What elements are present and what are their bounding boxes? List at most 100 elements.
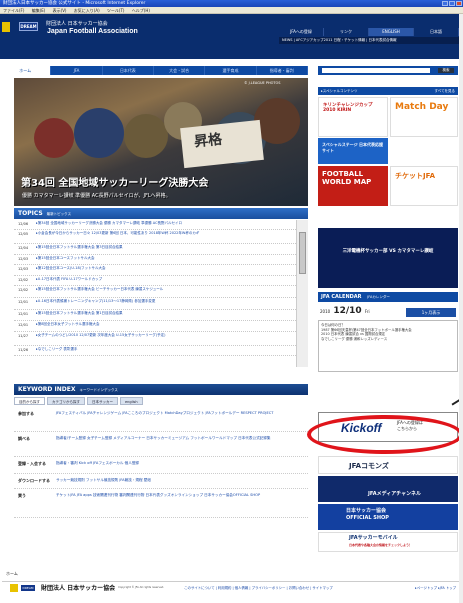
calendar-events: 今日は何の日？ 1987 第66回天皇杯/第47回全日本フットボール選手権大会 … bbox=[318, 320, 458, 372]
list-item[interactable]: 12/05 ▸小倉会長が今日からサッカー日々 12/03更新 第6回 日本、可能性… bbox=[14, 230, 296, 244]
link-english[interactable]: ENGLISH bbox=[369, 28, 414, 36]
link-links[interactable]: リンク bbox=[324, 28, 369, 36]
topic-link[interactable]: ▸第34回 全国地域サッカーリーグ決勝大会 優勝 カマタマーレ讃岐 準優勝 AC… bbox=[36, 221, 296, 226]
menu-view[interactable]: 表示(V) bbox=[53, 8, 67, 13]
list-item[interactable]: 12/04 ▸第15回全日本フットサル選手権大会 第3日目試合結果 bbox=[14, 244, 296, 255]
calendar-month-button[interactable]: 1ヶ月表示 bbox=[406, 308, 456, 317]
list-item[interactable]: 12/02 ▸U-17日本代表 FIFA U-17ワールドカップ bbox=[14, 276, 296, 286]
tab-japan-soccer[interactable]: 日本サッカー bbox=[87, 397, 118, 405]
crowd-shape bbox=[74, 108, 124, 158]
topic-link[interactable]: ▸なでしこリーグ 表彰選手 bbox=[36, 347, 296, 352]
keyword-links[interactable]: JFAフェスティバル JFAチャレンジゲーム JFAこころのプロジェクト Mat… bbox=[56, 408, 308, 431]
topic-link[interactable]: ▸U-16日本代表候補トレーニングキャンプ(11/13〜17静岡県) 参加選手変… bbox=[36, 299, 296, 304]
keyword-links[interactable]: チケットJFA JFA apps 技術関連刊行物 審判関連刊行物 日本代表グッズ… bbox=[56, 490, 308, 517]
calendar-line[interactable]: なでしこリーグ 優勝 浦和レッズレディース bbox=[321, 337, 455, 342]
tab-home[interactable]: ホーム bbox=[0, 66, 52, 75]
list-item[interactable]: 12/01 ▸第8回全日本女子フットサル選手権大会 bbox=[14, 321, 296, 332]
footer-links[interactable]: このサイトについて | 利用規約 | 個人情報 | プライバシーポリシー | お… bbox=[184, 585, 333, 590]
scrollbar-thumb[interactable] bbox=[299, 232, 306, 274]
search-input[interactable] bbox=[322, 68, 430, 73]
keyword-links[interactable]: 指導者/チーム登録 女子チーム登録 メディアルコーナー 日本サッカーミュージアム… bbox=[56, 433, 308, 456]
calendar-header: JFA CALENDAR JFAカレンダー bbox=[318, 292, 458, 302]
topic-link[interactable]: ▸第15回全日本ユースフットサル大会 bbox=[36, 256, 296, 261]
site-title-en[interactable]: Japan Football Association bbox=[47, 28, 138, 35]
page-scrollbar[interactable] bbox=[459, 14, 463, 603]
topic-date: 11/26 bbox=[18, 348, 29, 352]
keyword-subtitle: キーワードインデックス bbox=[79, 388, 118, 392]
ticket-jfa-promo[interactable]: チケットJFA bbox=[390, 166, 458, 206]
link-japanese[interactable]: 日本語 bbox=[414, 28, 459, 36]
list-item[interactable]: 12/02 ▸第15回全日本フットサル選手権大会 ビーチサッカー日本代表 練習スケ… bbox=[14, 286, 296, 298]
photo-credit: © J.LEAGUE PHOTOS bbox=[244, 81, 281, 85]
menu-help[interactable]: ヘルプ(H) bbox=[132, 8, 150, 13]
football-world-map-promo[interactable]: FOOTBALL WORLD MAP bbox=[318, 166, 388, 206]
kirin-cup-promo[interactable]: キリンチャレンジカップ2010 KIRIN bbox=[318, 97, 388, 137]
media-channel-banner[interactable]: JFAメディアチャンネル bbox=[318, 476, 458, 502]
special-more-link[interactable]: すべてを見る bbox=[434, 87, 455, 95]
list-item[interactable]: 12/03 ▸第15回全日本ユースフットサル大会 bbox=[14, 255, 296, 265]
jfa-logo-icon[interactable] bbox=[2, 22, 10, 32]
footer-page-top-links[interactable]: ▸ページトップ ▸JFA トップ bbox=[415, 585, 456, 590]
tab-english[interactable]: english bbox=[120, 397, 143, 405]
topics-subtitle: 最新トピックス bbox=[46, 212, 72, 216]
list-item[interactable]: 12/06 ▸第34回 全国地域サッカーリーグ決勝大会 優勝 カマタマーレ讃岐 準… bbox=[14, 220, 296, 230]
hero-image[interactable]: 昇格 © J.LEAGUE PHOTOS 第34回 全国地域サッカーリーグ決勝大… bbox=[14, 78, 308, 206]
menu-edit[interactable]: 編集(E) bbox=[32, 8, 46, 13]
menu-favorites[interactable]: お気に入り(A) bbox=[74, 8, 100, 13]
special-stage-promo[interactable]: スペシャルステージ 日本代表応援サイト bbox=[318, 138, 388, 164]
close-button[interactable] bbox=[456, 1, 462, 6]
match-day-promo[interactable]: Match Day bbox=[390, 97, 458, 137]
crowd-shape bbox=[124, 114, 168, 158]
tab-by-purpose[interactable]: 目的から探す bbox=[14, 397, 45, 405]
keyword-links[interactable]: サッカー競技規則 フットサル競技規則 JFA競技・規程 壁紙 bbox=[56, 475, 308, 488]
featured-match-promo[interactable]: 三洋電機杯サッカー部 VS カマタマーレ讃岐 bbox=[318, 228, 458, 288]
menu-file[interactable]: ファイル(F) bbox=[3, 8, 24, 13]
news-ticker[interactable]: NEWS | AFCアジアカップ2011 日程・チケット情報 | 日本代表試合情… bbox=[279, 37, 459, 44]
topic-link[interactable]: ▸U-17日本代表 FIFA U-17ワールドカップ bbox=[36, 277, 296, 282]
topic-link[interactable]: ▸第15回全日本フットサル選手権大会 第1日目試合結果 bbox=[36, 311, 296, 316]
topics-scrollbar[interactable] bbox=[296, 220, 308, 367]
link-register[interactable]: JFAへの登録 bbox=[279, 28, 324, 36]
footer-bar: DREAM 財団法人 日本サッカー協会 Copyright © JFA All … bbox=[2, 581, 460, 593]
minimize-button[interactable] bbox=[442, 1, 448, 6]
footer-home-link[interactable]: ホーム bbox=[6, 571, 18, 577]
topic-link[interactable]: ▸小倉会長が今日からサッカー日々 12/03更新 第6回 日本、可能性あり 20… bbox=[36, 231, 296, 236]
official-shop-banner[interactable]: 日本サッカー協会 OFFICIAL SHOP bbox=[318, 504, 458, 530]
topics-header: TOPICS 最新トピックス bbox=[14, 208, 308, 219]
keyword-tabs: 目的から探す カテゴリから探す 日本サッカー english bbox=[14, 397, 308, 405]
topic-link[interactable]: ▸第12回全日本ユース(U-18)フットサル大会 bbox=[36, 266, 296, 271]
footer-jfa-logo-icon bbox=[10, 583, 18, 592]
topic-link[interactable]: ▸第15回全日本フットサル選手権大会 第3日目試合結果 bbox=[36, 245, 296, 250]
keyword-links[interactable]: 指導者・審判 Kick off JFAフェスポーカル 個人登録 bbox=[56, 458, 308, 473]
jfa-mobile-banner[interactable]: JFAサッカーモバイル 日本代表や各種大会の情報をチェックしよう！ bbox=[318, 532, 458, 552]
list-item[interactable]: 11/26 ▸なでしこリーグ 表彰選手 bbox=[14, 346, 296, 356]
special-contents-header: ▸スペシャルコンテンツ すべてを見る bbox=[318, 87, 458, 95]
maximize-button[interactable] bbox=[449, 1, 455, 6]
topic-date: 12/05 bbox=[18, 232, 29, 236]
tab-coaches-referees[interactable]: 指導者・審判 bbox=[257, 66, 308, 75]
list-item[interactable]: 12/01 ▸第15回全日本フットサル選手権大会 第1日目試合結果 bbox=[14, 310, 296, 321]
menu-tools[interactable]: ツール(T) bbox=[107, 8, 125, 13]
jfa-commons-banner[interactable]: JFAコモンズ bbox=[318, 456, 458, 474]
keyword-label: 参加する bbox=[18, 411, 34, 416]
footer-organization: 財団法人 日本サッカー協会 bbox=[41, 585, 116, 592]
list-item[interactable]: 12/01 ▸U-16日本代表候補トレーニングキャンプ(11/13〜17静岡県) … bbox=[14, 298, 296, 310]
tab-player-development[interactable]: 選手育成 bbox=[205, 66, 257, 75]
topic-link[interactable]: ▸第8回全日本女子フットサル選手権大会 bbox=[36, 322, 296, 327]
tab-national-team[interactable]: 日本代表 bbox=[103, 66, 154, 75]
tab-jfa[interactable]: JFA bbox=[51, 66, 103, 75]
list-item[interactable]: 11/27 ▸女子チームのつどい2010 12/07更新 次年度大会 U-15女子… bbox=[14, 332, 296, 346]
dream-badge[interactable]: DREAM bbox=[19, 22, 38, 31]
topic-date: 12/01 bbox=[18, 323, 29, 327]
tab-matches[interactable]: 大会・試合 bbox=[154, 66, 206, 75]
window-controls bbox=[442, 1, 462, 6]
window-title: 財団法人日本サッカー協会 公式サイト - Microsoft Internet … bbox=[3, 1, 146, 6]
tab-by-category[interactable]: カテゴリから探す bbox=[47, 397, 85, 405]
list-item[interactable]: 12/03 ▸第12回全日本ユース(U-18)フットサル大会 bbox=[14, 265, 296, 276]
hero-headline[interactable]: 第34回 全国地域サッカーリーグ決勝大会 bbox=[21, 174, 308, 189]
topic-date: 12/04 bbox=[18, 246, 29, 250]
search-button[interactable]: 検索 bbox=[438, 68, 454, 73]
topic-link[interactable]: ▸女子チームのつどい2010 12/07更新 次年度大会 U-15女子サッカーリ… bbox=[36, 333, 296, 338]
promotion-banner-text: 昇格 bbox=[193, 131, 223, 151]
topic-link[interactable]: ▸第15回全日本フットサル選手権大会 ビーチサッカー日本代表 練習スケジュール bbox=[36, 287, 296, 292]
